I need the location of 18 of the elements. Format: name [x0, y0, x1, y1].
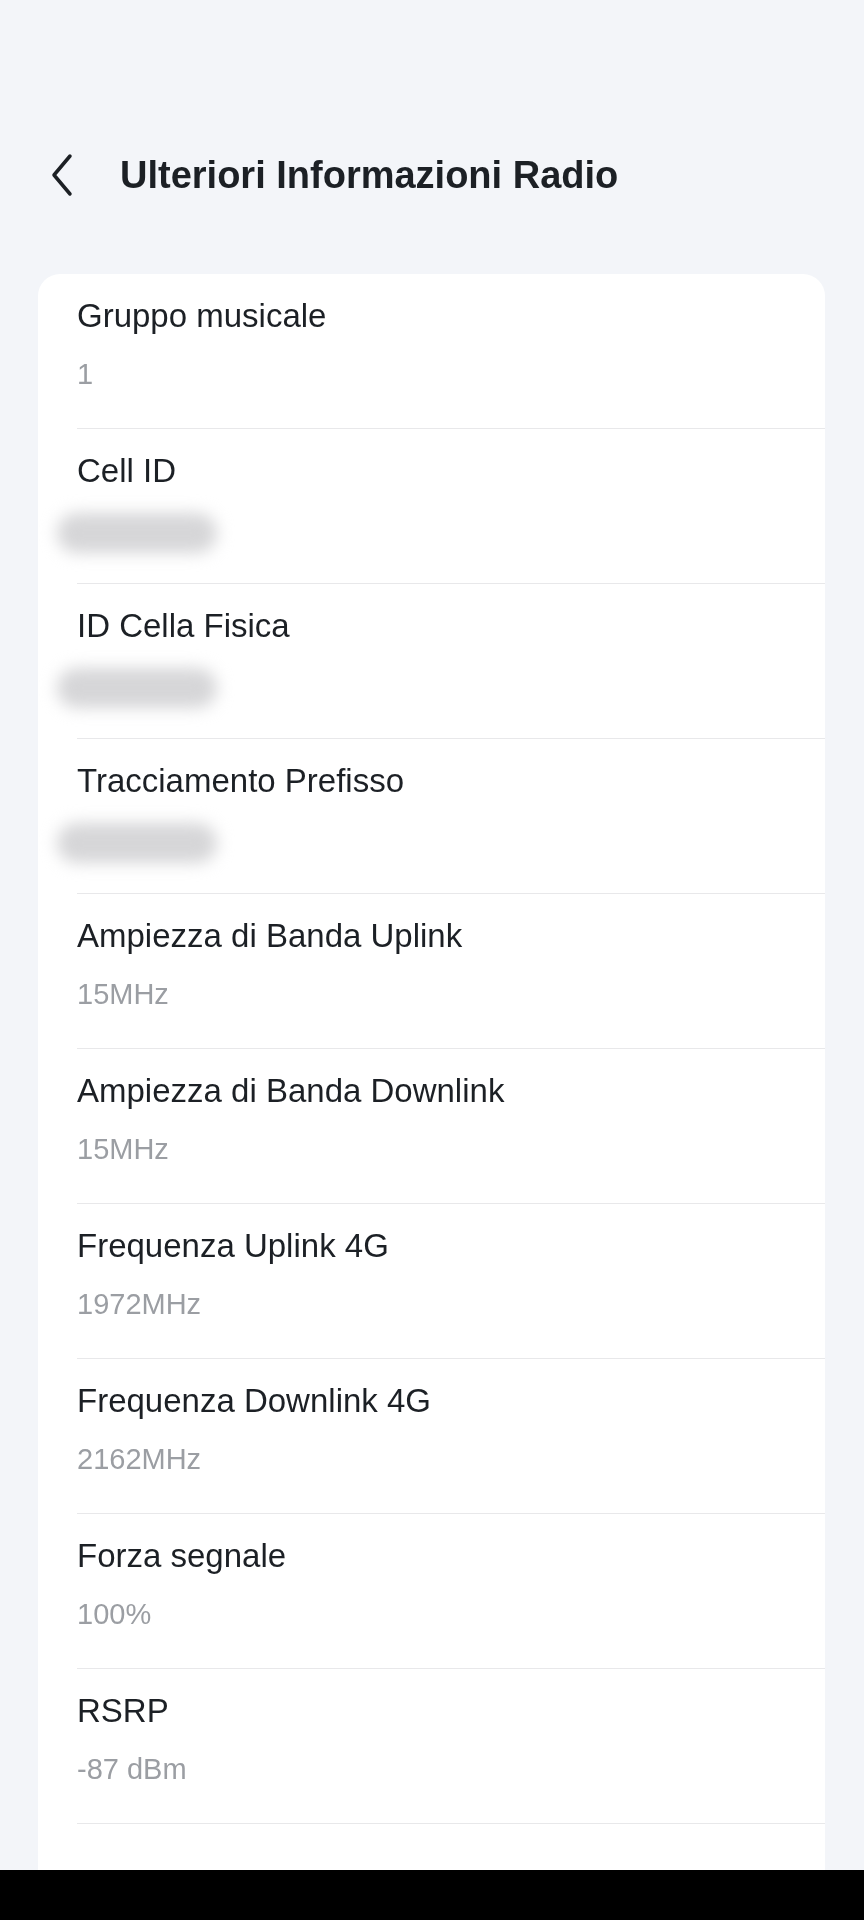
info-label: Forza segnale: [77, 1536, 287, 1576]
info-value: 1972MHz: [77, 1287, 202, 1322]
info-value: 100%: [77, 1597, 152, 1632]
info-label: RSRP: [77, 1691, 169, 1731]
info-label: Frequenza Downlink 4G: [77, 1381, 431, 1421]
info-value: 15MHz: [77, 1132, 169, 1167]
info-value: 1: [77, 357, 94, 392]
info-label: Gruppo musicale: [77, 296, 327, 336]
info-label: Cell ID: [77, 451, 177, 491]
info-label: Frequenza Uplink 4G: [77, 1226, 389, 1266]
info-value: 2162MHz: [77, 1442, 202, 1477]
info-value: -87 dBm: [77, 1752, 187, 1787]
page-title: Ulteriori Informazioni Radio: [120, 153, 619, 197]
info-label: Tracciamento Prefisso: [77, 761, 405, 801]
info-label: Ampiezza di Banda Downlink: [77, 1071, 505, 1111]
info-value: 15MHz: [77, 977, 169, 1012]
info-label: ID Cella Fisica: [77, 606, 290, 646]
info-label: Ampiezza di Banda Uplink: [77, 916, 463, 956]
